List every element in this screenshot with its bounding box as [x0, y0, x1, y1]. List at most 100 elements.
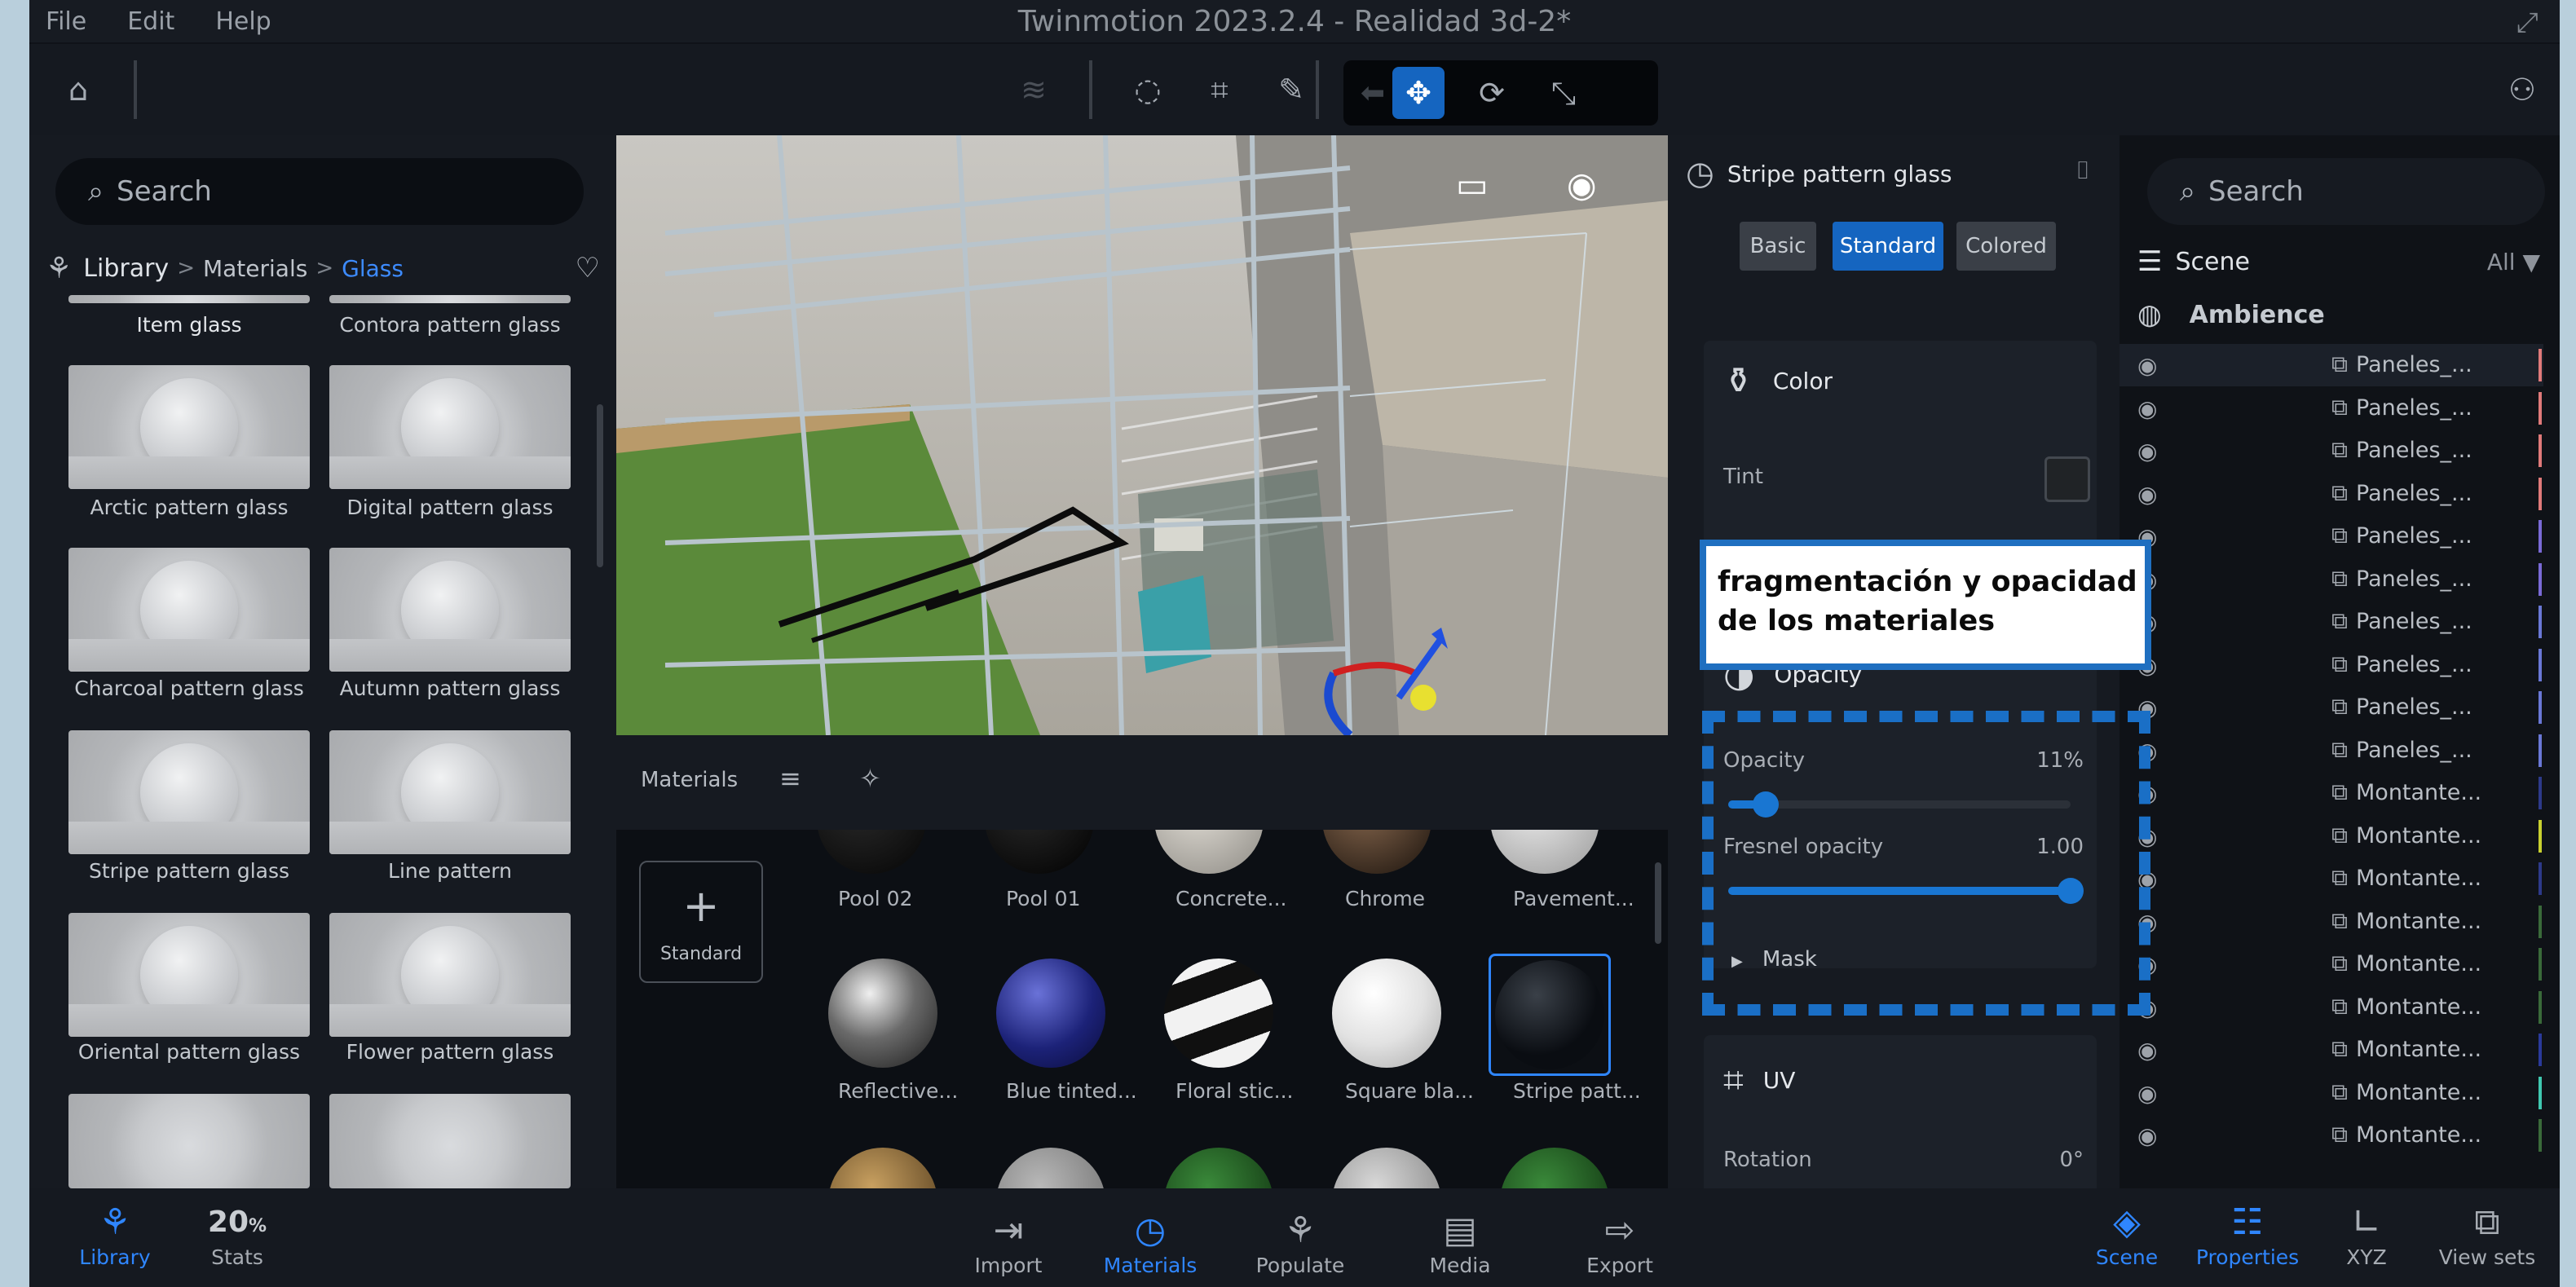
- color-section-title[interactable]: ⚱ Color: [1723, 360, 1833, 402]
- eye-icon[interactable]: ◉: [2137, 352, 2157, 379]
- scene-row[interactable]: ◉⧉Paneles_...: [2119, 515, 2543, 558]
- material-sphere[interactable]: [828, 1148, 937, 1188]
- material-sphere[interactable]: [1500, 1148, 1609, 1188]
- eye-icon[interactable]: ◉: [2137, 481, 2157, 508]
- eyedropper-icon[interactable]: ✎: [1265, 64, 1317, 116]
- materials-tab[interactable]: ◷ Materials: [1089, 1208, 1211, 1277]
- material-thumbnail[interactable]: [329, 1094, 571, 1188]
- material-thumbnail[interactable]: [68, 1094, 310, 1188]
- material-thumbnail[interactable]: [68, 548, 310, 672]
- material-sphere[interactable]: [817, 830, 926, 874]
- scene-row[interactable]: ◉ ⧉ Montante...: [2119, 857, 2543, 900]
- uv-section-title[interactable]: ⌗ UV: [1723, 1060, 1795, 1101]
- back-arrow-icon[interactable]: ⬅: [1347, 67, 1399, 119]
- mode-standard[interactable]: Standard: [1833, 222, 1943, 271]
- material-sphere[interactable]: [996, 1148, 1105, 1188]
- eye-icon[interactable]: ◉: [2137, 438, 2157, 465]
- material-thumbnail[interactable]: [68, 365, 310, 489]
- material-thumbnail[interactable]: [329, 730, 571, 854]
- scene-row[interactable]: ◉⧉Paneles_...: [2119, 686, 2543, 729]
- fullscreen-icon[interactable]: ⤢: [2516, 7, 2539, 39]
- mode-colored[interactable]: Colored: [1956, 222, 2056, 271]
- scene-row[interactable]: ◉⧉Paneles_...: [2119, 558, 2543, 601]
- materials-scrollbar[interactable]: [1655, 862, 1661, 944]
- library-search-input[interactable]: ⌕ Search: [55, 158, 584, 225]
- scene-row[interactable]: ◉ ⧉ Montante...: [2119, 943, 2543, 985]
- menu-edit[interactable]: Edit: [127, 7, 174, 36]
- scene-row[interactable]: ◉⧉Paneles_...: [2119, 729, 2543, 772]
- eye-icon[interactable]: ◉: [2137, 1080, 2157, 1107]
- scene-row[interactable]: ◉⧉Paneles_...: [2119, 344, 2543, 386]
- home-icon[interactable]: ⌂: [52, 64, 104, 116]
- add-standard-material-button[interactable]: + Standard: [639, 861, 763, 983]
- xyz-tab[interactable]: ∟ XYZ: [2305, 1200, 2428, 1269]
- stats-tab[interactable]: 20% Stats: [176, 1200, 298, 1269]
- scene-row[interactable]: ◉ ⧉ Montante...: [2119, 1072, 2543, 1114]
- panel-layout-icon[interactable]: ▭: [1456, 165, 1489, 205]
- material-thumbnail[interactable]: [68, 295, 310, 303]
- view-sets-tab[interactable]: ⧉ View sets: [2426, 1200, 2548, 1269]
- menu-help[interactable]: Help: [215, 7, 271, 36]
- material-sphere[interactable]: [1490, 830, 1599, 874]
- scene-filter-dropdown[interactable]: All ▼: [2487, 249, 2540, 275]
- export-tab[interactable]: ⇨ Export: [1559, 1208, 1681, 1277]
- ambience-row[interactable]: ◍ Ambience: [2137, 298, 2325, 331]
- populate-tab[interactable]: ⚘ Populate: [1239, 1208, 1361, 1277]
- favorite-icon[interactable]: ♡: [576, 252, 600, 284]
- scale-icon[interactable]: ⤡: [1537, 67, 1590, 119]
- eye-icon[interactable]: ◉: [2137, 395, 2157, 422]
- eye-icon[interactable]: ◉: [1567, 165, 1597, 205]
- mode-basic[interactable]: Basic: [1740, 222, 1816, 271]
- picker-icon[interactable]: ✧: [859, 763, 881, 794]
- orbit-icon[interactable]: ◌: [1122, 64, 1174, 116]
- material-thumbnail[interactable]: [329, 548, 571, 672]
- scene-row[interactable]: ◉⧉Paneles_...: [2119, 644, 2543, 686]
- lock-icon[interactable]: ⌷: [2075, 156, 2090, 185]
- material-thumbnail[interactable]: [329, 913, 571, 1037]
- eye-icon[interactable]: ◉: [2137, 1037, 2157, 1064]
- scene-row[interactable]: ◉ ⧉ Montante...: [2119, 815, 2543, 857]
- menu-file[interactable]: File: [46, 7, 86, 36]
- media-tab[interactable]: ▤ Media: [1399, 1208, 1521, 1277]
- scene-row[interactable]: ◉ ⧉ Montante...: [2119, 901, 2543, 943]
- layers-icon[interactable]: ≋: [1008, 64, 1060, 116]
- grid-icon[interactable]: ⌗: [1193, 64, 1246, 116]
- material-sphere[interactable]: [1322, 830, 1431, 874]
- scene-row[interactable]: ◉⧉Paneles_...: [2119, 601, 2543, 643]
- material-sphere[interactable]: [1154, 830, 1264, 874]
- properties-tab[interactable]: ☷ Properties: [2186, 1200, 2309, 1269]
- material-thumbnail[interactable]: [329, 365, 571, 489]
- material-sphere[interactable]: [985, 830, 1094, 874]
- move-icon[interactable]: ✥: [1392, 67, 1445, 119]
- material-sphere[interactable]: [1164, 959, 1273, 1068]
- material-sphere[interactable]: [828, 959, 937, 1068]
- scene-row[interactable]: ◉⧉Paneles_...: [2119, 430, 2543, 472]
- tint-color-swatch[interactable]: [2044, 456, 2090, 502]
- breadcrumb-glass[interactable]: Glass: [342, 255, 404, 282]
- scene-row[interactable]: ◉⧉Paneles_...: [2119, 387, 2543, 430]
- material-sphere[interactable]: [1332, 1148, 1441, 1188]
- scene-row[interactable]: ◉⧉Paneles_...: [2119, 473, 2543, 515]
- import-tab[interactable]: ⇥ Import: [947, 1208, 1070, 1277]
- rotate-icon[interactable]: ⟳: [1466, 67, 1518, 119]
- scene-row[interactable]: ◉ ⧉ Montante...: [2119, 986, 2543, 1029]
- person-icon[interactable]: ⚇: [2496, 64, 2548, 116]
- library-tab[interactable]: ⚘ Library: [54, 1200, 176, 1269]
- material-sphere[interactable]: [1495, 960, 1604, 1069]
- scene-row[interactable]: ◉ ⧉ Montante...: [2119, 1029, 2543, 1071]
- material-thumbnail[interactable]: [329, 295, 571, 303]
- material-thumbnail[interactable]: [68, 913, 310, 1037]
- 3d-viewport[interactable]: ▭ ◉: [616, 135, 1668, 735]
- material-thumbnail[interactable]: [68, 730, 310, 854]
- scene-search-input[interactable]: ⌕ Search: [2147, 158, 2545, 225]
- eye-icon[interactable]: ◉: [2137, 1122, 2157, 1149]
- scene-tab[interactable]: ◈ Scene: [2066, 1200, 2188, 1269]
- breadcrumb-library[interactable]: Library: [83, 254, 169, 283]
- filter-icon[interactable]: ≡: [779, 763, 801, 794]
- library-scrollbar[interactable]: [597, 404, 603, 567]
- breadcrumb-materials[interactable]: Materials: [203, 255, 307, 282]
- material-sphere[interactable]: [1332, 959, 1441, 1068]
- material-sphere[interactable]: [996, 959, 1105, 1068]
- scene-row[interactable]: ◉ ⧉ Montante...: [2119, 772, 2543, 814]
- material-sphere[interactable]: [1164, 1148, 1273, 1188]
